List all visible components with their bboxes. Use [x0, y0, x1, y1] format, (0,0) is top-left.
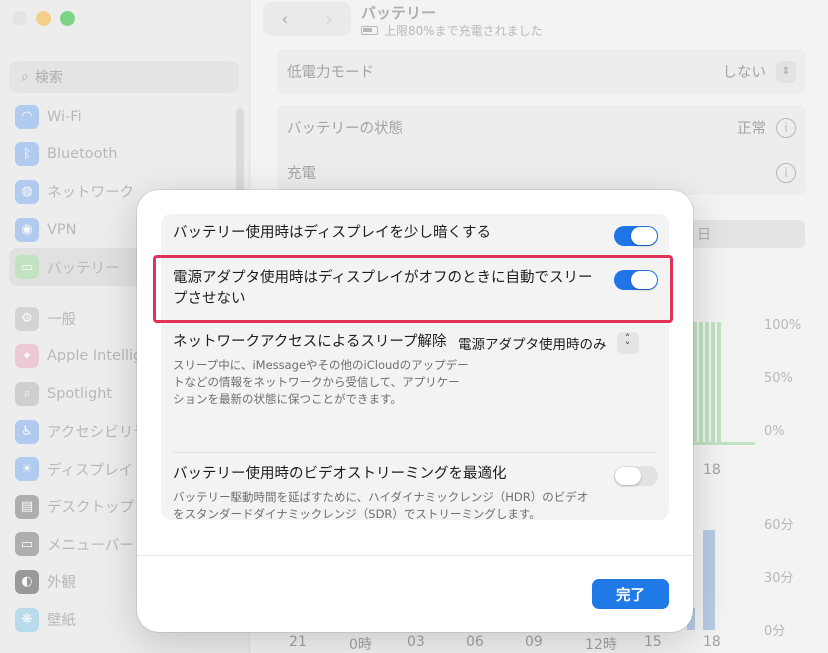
video-streaming-description: バッテリー駆動時間を延ばすために、ハイダイナミックレンジ（HDR）のビデオをスタ…	[173, 490, 589, 521]
video-streaming-toggle[interactable]	[614, 466, 658, 486]
dim-display-toggle[interactable]	[614, 226, 658, 246]
divider	[173, 452, 657, 453]
network-wake-value: 電源アダプタ使用時のみ	[458, 337, 607, 353]
dim-display-label: バッテリー使用時はディスプレイを少し暗くする	[173, 225, 491, 241]
battery-options-dialog: バッテリー使用時はディスプレイを少し暗くする 電源アダプタ使用時はディスプレイが…	[137, 190, 693, 632]
highlight-box	[153, 255, 673, 323]
network-wake-popup[interactable]: 電源アダプタ使用時のみ ˄ ˅	[458, 332, 639, 354]
video-streaming-row: バッテリー使用時のビデオストリーミングを最適化 バッテリー駆動時間を延ばすために…	[173, 464, 599, 523]
toggle-knob	[631, 227, 657, 245]
network-wake-row: ネットワークアクセスによるスリープ解除 スリープ中に、iMessageやその他の…	[173, 332, 469, 408]
footer-divider	[137, 555, 693, 556]
network-wake-label: ネットワークアクセスによるスリープ解除	[173, 334, 447, 350]
toggle-knob	[615, 467, 641, 485]
done-button[interactable]: 完了	[592, 579, 669, 609]
video-streaming-label: バッテリー使用時のビデオストリーミングを最適化	[173, 466, 507, 482]
network-wake-description: スリープ中に、iMessageやその他のiCloudのアップデートなどの情報をネ…	[173, 358, 469, 406]
chevron-updown-icon: ˄ ˅	[616, 332, 639, 354]
dim-display-row: バッテリー使用時はディスプレイを少し暗くする	[173, 223, 599, 244]
